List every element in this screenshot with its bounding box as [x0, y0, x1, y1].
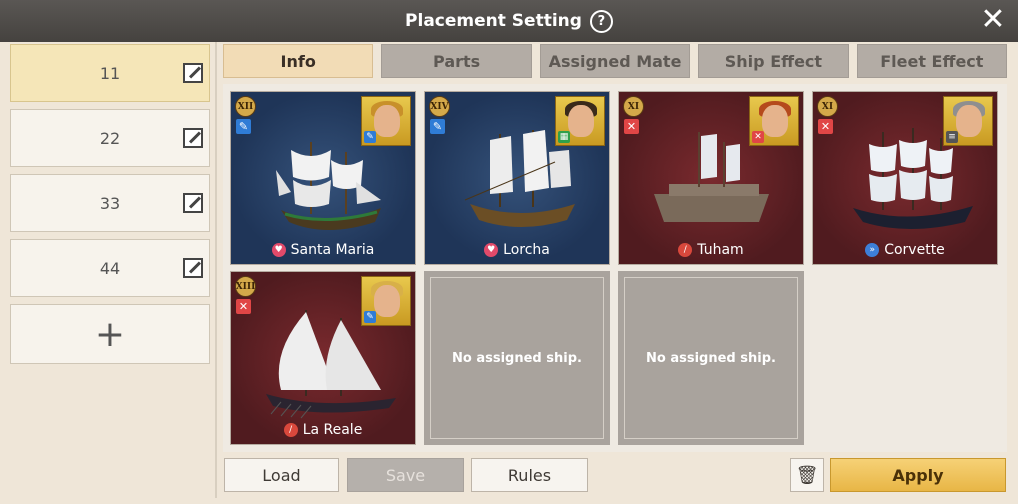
fleet-item-22[interactable]: 22: [10, 109, 210, 167]
empty-ship-slot[interactable]: No assigned ship.: [618, 271, 804, 445]
ship-name-label: ♥ Santa Maria: [231, 242, 415, 258]
tab-ship-effect[interactable]: Ship Effect: [698, 44, 849, 78]
fleet-item-44[interactable]: 44: [10, 239, 210, 297]
rank-badge: XII: [235, 96, 256, 117]
empty-slot-text: No assigned ship.: [430, 277, 604, 439]
empty-slot-text: No assigned ship.: [624, 277, 798, 439]
edit-icon[interactable]: [183, 63, 203, 83]
ship-name-label: / La Reale: [231, 422, 415, 438]
load-button[interactable]: Load: [224, 458, 339, 492]
fleet-label: 33: [99, 193, 121, 213]
sword-icon: /: [678, 243, 693, 257]
close-icon[interactable]: ✕: [978, 5, 1008, 36]
ship-name-label: » Corvette: [813, 242, 997, 258]
ship-name-label: ♥ Lorcha: [425, 242, 609, 258]
ship-image: [654, 132, 769, 222]
fleet-label: 44: [99, 258, 121, 278]
ship-name: La Reale: [302, 422, 363, 438]
rank-badge: XIII: [235, 276, 256, 297]
window-title: Placement Setting: [405, 11, 582, 31]
sword-icon: /: [283, 423, 298, 437]
ship-name: Corvette: [884, 242, 945, 258]
fleet-label: 11: [99, 63, 121, 83]
edit-icon[interactable]: [183, 128, 203, 148]
empty-ship-slot[interactable]: No assigned ship.: [424, 271, 610, 445]
ship-image: [464, 130, 575, 227]
placement-setting-window: Placement Setting ? ✕ 11 22 33 44 + Info…: [0, 0, 1018, 504]
divider: [215, 42, 217, 498]
help-icon[interactable]: ?: [589, 9, 613, 33]
edit-icon[interactable]: [183, 258, 203, 278]
apply-button[interactable]: Apply: [830, 458, 1006, 492]
ship-name: Tuham: [697, 242, 744, 258]
plus-icon: +: [94, 313, 126, 355]
add-fleet-button[interactable]: +: [10, 304, 210, 364]
pencil-icon: ✎: [236, 119, 251, 134]
rank-badge: XI: [623, 96, 644, 117]
ship-image: [276, 142, 381, 230]
rank-badge: XI: [817, 96, 838, 117]
fleet-item-33[interactable]: 33: [10, 174, 210, 232]
fleet-sidebar: 11 22 33 44 +: [10, 44, 210, 371]
tab-fleet-effect[interactable]: Fleet Effect: [856, 44, 1008, 78]
wing-icon: »: [865, 243, 880, 257]
save-button[interactable]: Save: [347, 458, 464, 492]
ship-card-tuham[interactable]: XI ✕ ✕ / Tuham: [618, 91, 804, 265]
fleet-item-11[interactable]: 11: [10, 44, 210, 102]
ship-name: Santa Maria: [290, 242, 375, 258]
cross-icon: ✕: [624, 119, 639, 134]
fleet-label: 22: [99, 128, 121, 148]
tab-bar: Info Parts Assigned Mate Ship Effect Fle…: [223, 44, 1008, 78]
cross-icon: ✕: [236, 299, 251, 314]
ship-card-santa-maria[interactable]: XII ✎ ✎ ♥ Santa Maria: [230, 91, 416, 265]
ship-grid: XII ✎ ✎ ♥ Santa Maria XIV ✎ ▦ ♥ Lorcha X…: [223, 84, 1007, 452]
edit-icon[interactable]: [183, 193, 203, 213]
cross-icon: ✕: [818, 119, 833, 134]
ship-image: [853, 128, 973, 229]
tab-parts[interactable]: Parts: [381, 44, 532, 78]
tab-info[interactable]: Info: [223, 44, 374, 78]
heart-icon: ♥: [484, 243, 499, 257]
ship-card-lorcha[interactable]: XIV ✎ ▦ ♥ Lorcha: [424, 91, 610, 265]
ship-image: [266, 310, 396, 419]
pencil-icon: ✎: [430, 119, 445, 134]
rules-button[interactable]: Rules: [471, 458, 588, 492]
title-bar: Placement Setting ? ✕: [0, 0, 1018, 42]
tab-assigned-mate[interactable]: Assigned Mate: [539, 44, 691, 78]
rank-badge: XIV: [429, 96, 450, 117]
action-bar: Load Save Rules 🗑 Apply: [223, 458, 1007, 494]
ship-card-corvette[interactable]: XI ✕ ≡ » Corvette: [812, 91, 998, 265]
trash-icon[interactable]: 🗑: [790, 458, 824, 492]
ship-card-la-reale[interactable]: XIII ✕ ✎ / La Reale: [230, 271, 416, 445]
heart-icon: ♥: [271, 243, 286, 257]
ship-name: Lorcha: [503, 242, 550, 258]
ship-name-label: / Tuham: [619, 242, 803, 258]
